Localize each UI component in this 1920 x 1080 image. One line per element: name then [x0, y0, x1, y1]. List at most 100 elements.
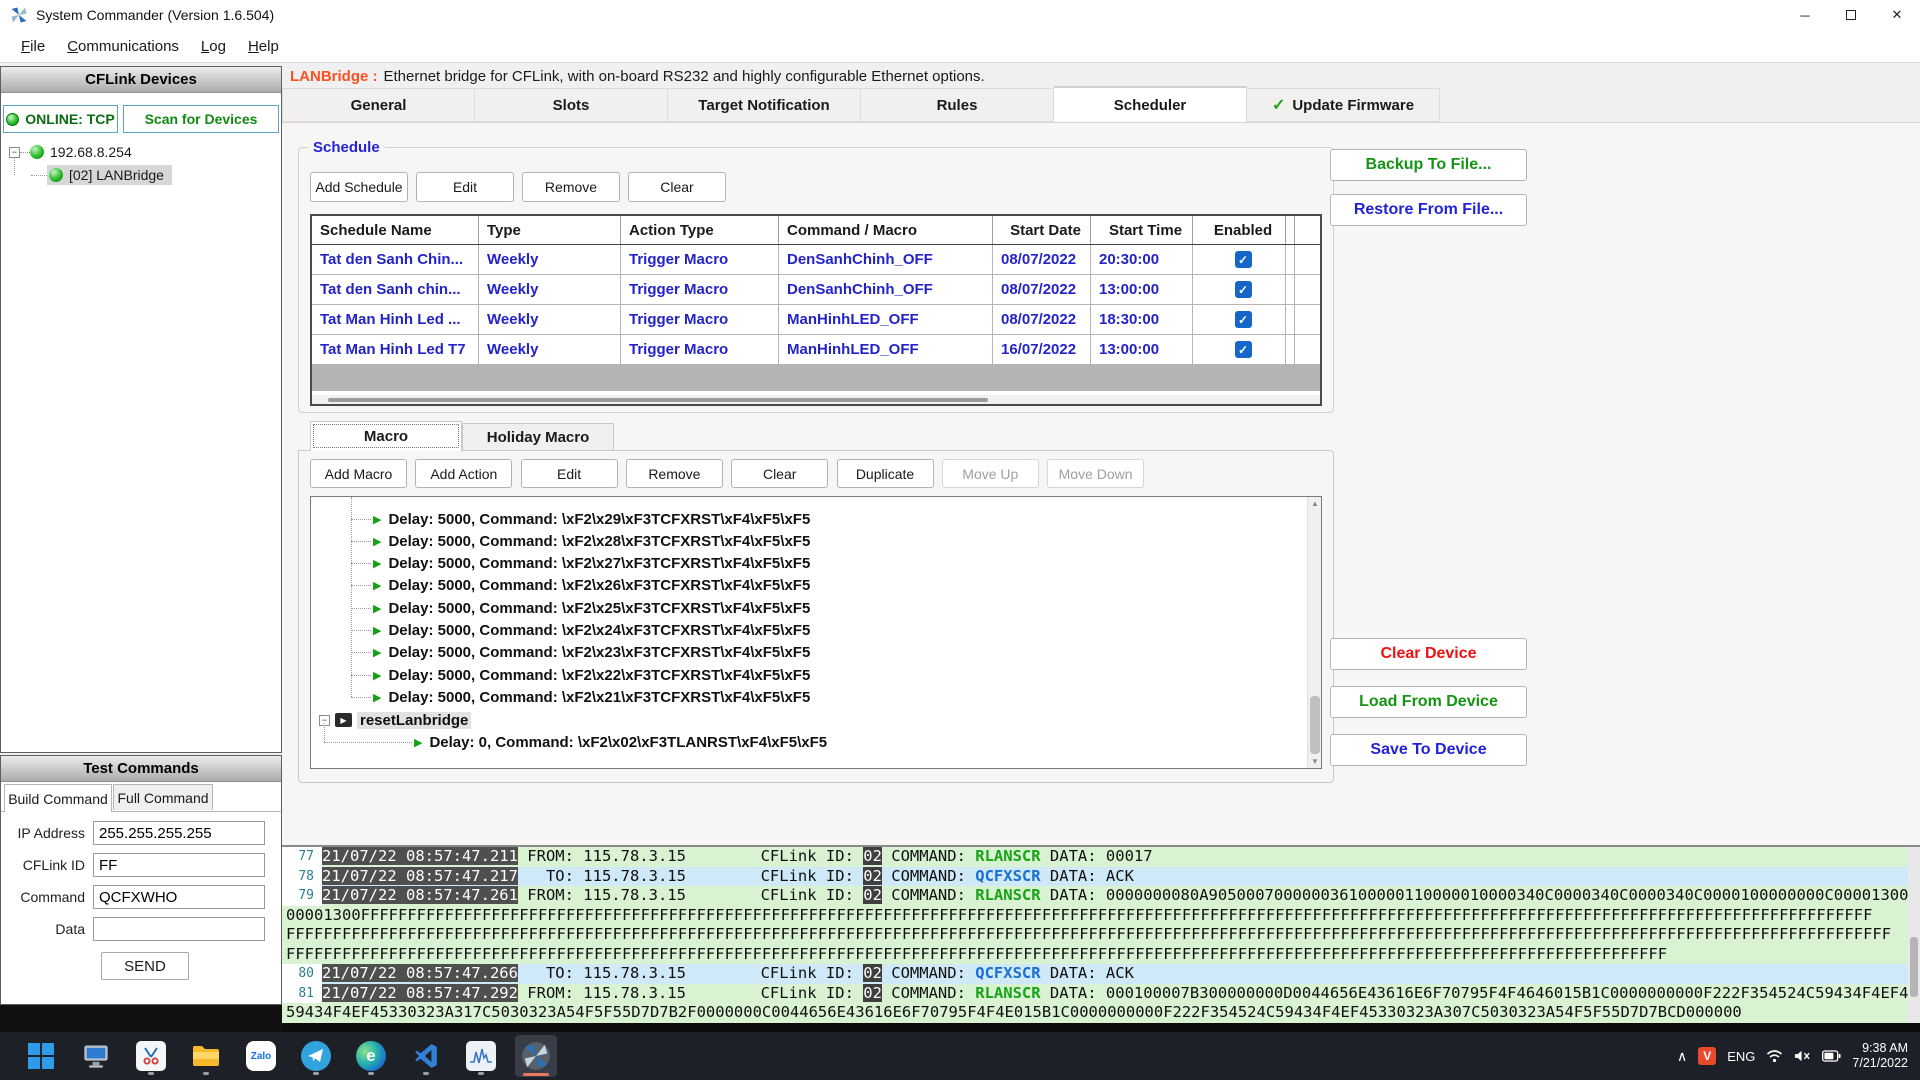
- clear-device-button[interactable]: Clear Device: [1330, 638, 1527, 670]
- tab-update-firmware[interactable]: ✓Update Firmware: [1247, 88, 1440, 122]
- tab-rules[interactable]: Rules: [861, 88, 1054, 122]
- log-direction-ip: FROM: 115.78.3.15 CFLink ID:: [518, 984, 863, 1002]
- checkbox-checked-icon[interactable]: ✓: [1235, 281, 1252, 298]
- table-row[interactable]: Tat Man Hinh Led ...WeeklyTrigger MacroM…: [312, 305, 1320, 335]
- tab-macro[interactable]: Macro: [310, 421, 462, 451]
- wifi-icon[interactable]: [1766, 1049, 1783, 1063]
- cell: Trigger Macro: [621, 335, 779, 364]
- taskbar-system-commander-icon[interactable]: [515, 1035, 557, 1077]
- ip-address-input[interactable]: [93, 821, 265, 845]
- macro-action-label: Delay: 5000, Command: \xF2\x26\xF3TCFXRS…: [388, 577, 810, 594]
- load-from-device-button[interactable]: Load From Device: [1330, 686, 1527, 718]
- macro-action-item[interactable]: ▶Delay: 5000, Command: \xF2\x27\xF3TCFXR…: [351, 553, 810, 575]
- menu-item-file[interactable]: File: [10, 33, 56, 60]
- macro-duplicate-button[interactable]: Duplicate: [837, 459, 934, 488]
- macro-clear-button[interactable]: Clear: [731, 459, 828, 488]
- schedule-clear-button[interactable]: Clear: [628, 172, 726, 202]
- macro-add-action-button[interactable]: Add Action: [415, 459, 512, 488]
- tab-target-notification[interactable]: Target Notification: [668, 88, 861, 122]
- schedule-edit-button[interactable]: Edit: [416, 172, 514, 202]
- checkbox-checked-icon[interactable]: ✓: [1235, 251, 1252, 268]
- command-input[interactable]: [93, 885, 265, 909]
- menu-item-help[interactable]: Help: [237, 33, 290, 60]
- macro-action-item[interactable]: ▶Delay: 5000, Command: \xF2\x24\xF3TCFXR…: [351, 620, 810, 642]
- log-vertical-scrollbar[interactable]: [1908, 847, 1920, 1023]
- speaker-muted-icon[interactable]: [1794, 1049, 1811, 1063]
- tab-general[interactable]: General: [282, 88, 475, 122]
- cell-filler: [1286, 335, 1295, 364]
- table-row[interactable]: Tat Man Hinh Led T7WeeklyTrigger MacroMa…: [312, 335, 1320, 365]
- menu-item-log[interactable]: Log: [190, 33, 237, 60]
- scroll-down-icon[interactable]: ▼: [1308, 755, 1322, 768]
- macro-action-item[interactable]: ▶Delay: 5000, Command: \xF2\x23\xF3TCFXR…: [351, 642, 810, 664]
- maximize-icon[interactable]: [1828, 0, 1874, 30]
- battery-icon[interactable]: [1822, 1050, 1841, 1062]
- taskbar-start-icon[interactable]: [20, 1035, 62, 1077]
- taskbar-telegram-icon[interactable]: [295, 1035, 337, 1077]
- cell: ManHinhLED_OFF: [779, 335, 993, 364]
- macro-action-item[interactable]: ▶Delay: 5000, Command: \xF2\x26\xF3TCFXR…: [351, 575, 810, 597]
- restore-from-file-button[interactable]: Restore From File...: [1330, 194, 1527, 226]
- macro-remove-button[interactable]: Remove: [626, 459, 723, 488]
- macro-add-macro-button[interactable]: Add Macro: [310, 459, 407, 488]
- tab-build-command[interactable]: Build Command: [4, 784, 112, 812]
- minimize-icon[interactable]: ─: [1782, 0, 1828, 30]
- cflink-id-input[interactable]: [93, 853, 265, 877]
- tree-node-lanbridge[interactable]: [02] LANBridge: [31, 164, 172, 186]
- scrollbar-thumb[interactable]: [1910, 937, 1918, 997]
- collapse-icon[interactable]: −: [9, 147, 20, 158]
- play-icon: ▶: [373, 513, 381, 526]
- checkbox-checked-icon[interactable]: ✓: [1235, 341, 1252, 358]
- table-row[interactable]: Tat den Sanh chin...WeeklyTrigger MacroD…: [312, 275, 1320, 305]
- taskbar-vscode-icon[interactable]: [405, 1035, 447, 1077]
- schedule-group-label: Schedule: [308, 139, 385, 156]
- taskbar-remote-desktop-icon[interactable]: [75, 1035, 117, 1077]
- schedule-add-schedule-button[interactable]: Add Schedule: [310, 172, 408, 202]
- scroll-up-icon[interactable]: ▲: [1308, 497, 1322, 510]
- tray-language-label[interactable]: ENG: [1727, 1049, 1755, 1064]
- save-to-device-button[interactable]: Save To Device: [1330, 734, 1527, 766]
- macro-action-item[interactable]: ▶Delay: 5000, Command: \xF2\x21\xF3TCFXR…: [351, 686, 810, 708]
- close-icon[interactable]: ✕: [1874, 0, 1920, 30]
- taskbar-system-monitor-icon[interactable]: [460, 1035, 502, 1077]
- scrollbar-thumb[interactable]: [1310, 696, 1320, 754]
- device-status-icon: [49, 168, 63, 182]
- tray-chevron-up-icon[interactable]: ∧: [1677, 1048, 1687, 1065]
- taskbar-file-explorer-icon[interactable]: [185, 1035, 227, 1077]
- checkbox-checked-icon[interactable]: ✓: [1235, 311, 1252, 328]
- send-button[interactable]: SEND: [101, 952, 189, 980]
- play-icon: ▶: [373, 691, 381, 704]
- tab-full-command[interactable]: Full Command: [113, 784, 213, 810]
- taskbar-edge-icon[interactable]: e: [350, 1035, 392, 1077]
- macro-action-item[interactable]: ▶Delay: 5000, Command: \xF2\x29\xF3TCFXR…: [351, 508, 810, 530]
- clock[interactable]: 9:38 AM 7/21/2022: [1852, 1041, 1908, 1071]
- maximize-glyph: [1846, 10, 1856, 20]
- online-status-button[interactable]: ONLINE: TCP: [3, 105, 118, 133]
- macro-edit-button[interactable]: Edit: [521, 459, 618, 488]
- schedule-horizontal-scrollbar[interactable]: [312, 395, 1320, 404]
- macro-group-node[interactable]: −▶resetLanbridge: [319, 709, 471, 731]
- scrollbar-thumb[interactable]: [328, 398, 988, 402]
- tree-guide: [351, 585, 371, 586]
- macro-vertical-scrollbar[interactable]: ▲ ▼: [1307, 497, 1321, 768]
- tree-node-ip[interactable]: − 192.68.8.254: [9, 141, 132, 163]
- schedule-remove-button[interactable]: Remove: [522, 172, 620, 202]
- field-label: Command: [1, 889, 93, 905]
- tab-slots[interactable]: Slots: [475, 88, 668, 122]
- macro-action-item[interactable]: ▶Delay: 0, Command: \xF2\x02\xF3TLANRST\…: [324, 731, 827, 753]
- scan-for-devices-button[interactable]: Scan for Devices: [123, 105, 279, 133]
- unikey-v-icon[interactable]: V: [1698, 1047, 1716, 1065]
- macro-action-item[interactable]: ▶Delay: 5000, Command: \xF2\x25\xF3TCFXR…: [351, 597, 810, 619]
- log-data-label: DATA:: [1041, 886, 1106, 904]
- tab-scheduler[interactable]: Scheduler: [1054, 86, 1247, 124]
- taskbar-snipping-tool-icon[interactable]: [130, 1035, 172, 1077]
- data-input[interactable]: [93, 917, 265, 941]
- macro-action-item[interactable]: ▶Delay: 5000, Command: \xF2\x28\xF3TCFXR…: [351, 530, 810, 552]
- table-row[interactable]: Tat den Sanh Chin...WeeklyTrigger MacroD…: [312, 245, 1320, 275]
- menu-item-communications[interactable]: Communications: [56, 33, 190, 60]
- backup-to-file-button[interactable]: Backup To File...: [1330, 149, 1527, 181]
- taskbar-zalo-icon[interactable]: Zalo: [240, 1035, 282, 1077]
- tab-holiday-macro[interactable]: Holiday Macro: [462, 423, 614, 450]
- macro-action-item[interactable]: ▶Delay: 5000, Command: \xF2\x22\xF3TCFXR…: [351, 664, 810, 686]
- tree-guide: [14, 158, 15, 175]
